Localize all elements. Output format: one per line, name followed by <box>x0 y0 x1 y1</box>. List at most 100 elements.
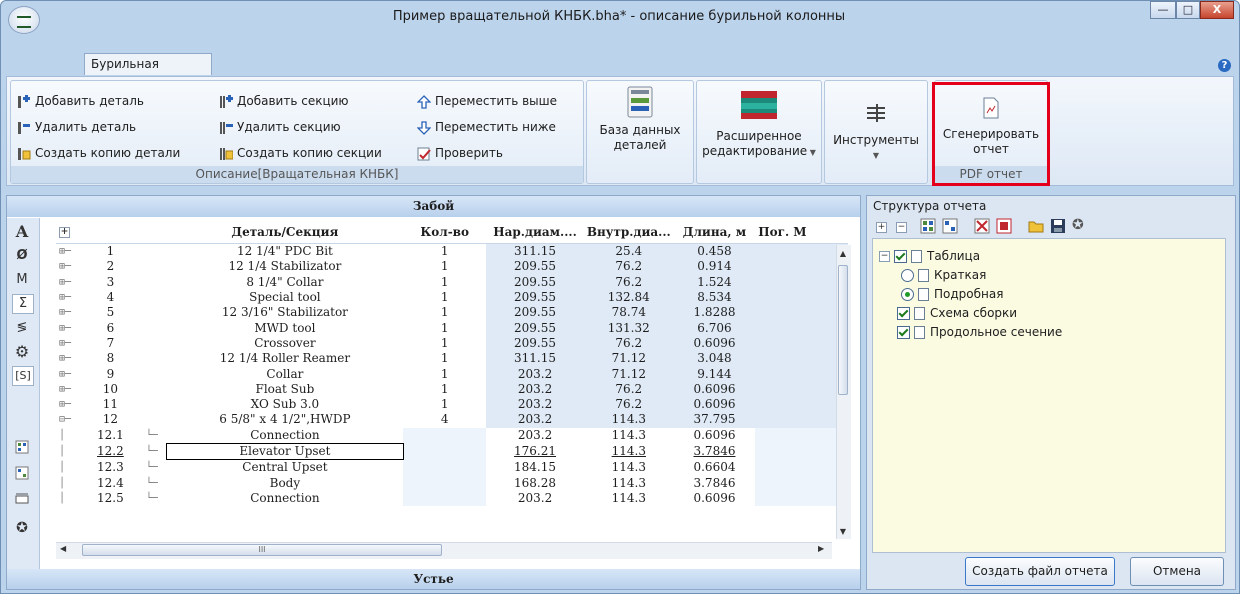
part-name-cell[interactable]: MWD tool <box>167 320 404 335</box>
part-name-cell[interactable]: 6 5/8" x 4 1/2",HWDP <box>167 412 404 427</box>
length-cell[interactable]: 3.7846 <box>674 443 756 459</box>
subsection-row[interactable]: │ 12.3 └─ Central Upset 184.15 114.3 0.6604 <box>56 459 848 476</box>
scroll-right-arrow-icon[interactable]: ▶ <box>818 544 828 556</box>
id-cell[interactable]: 114.3 <box>584 443 674 459</box>
od-cell[interactable]: 209.55 <box>486 305 584 321</box>
column-header-qty[interactable]: Кол-во <box>403 221 487 244</box>
qty-cell[interactable]: 1 <box>403 259 486 274</box>
qty-cell[interactable] <box>403 427 487 444</box>
sum-button[interactable]: Σ <box>12 294 34 314</box>
part-name-cell[interactable]: Connection <box>167 491 404 506</box>
sections-button[interactable]: [S] <box>12 366 34 386</box>
parts-db-button[interactable]: База данных деталей <box>589 85 691 153</box>
length-cell[interactable]: 6.706 <box>673 320 756 336</box>
od-cell[interactable]: 209.55 <box>486 259 584 275</box>
open-folder-icon[interactable] <box>1028 218 1046 234</box>
id-cell[interactable]: 71.12 <box>583 366 674 382</box>
qty-cell[interactable] <box>403 459 487 476</box>
id-cell[interactable]: 25.4 <box>583 243 674 260</box>
settings-gear-icon[interactable]: ⚙ <box>12 342 32 362</box>
od-cell[interactable]: 168.28 <box>486 475 584 490</box>
brief-radio[interactable] <box>901 269 914 282</box>
create-report-file-button[interactable]: Создать файл отчета <box>965 557 1115 586</box>
part-name-cell[interactable]: Body <box>167 475 404 490</box>
row-expand-icon[interactable]: ⊞─ <box>56 305 78 320</box>
row-expand-icon[interactable]: ⊞─ <box>56 397 78 412</box>
length-cell[interactable]: 1.8288 <box>673 305 756 321</box>
tree-collapse-icon[interactable]: − <box>879 251 890 262</box>
linear-mass-cell[interactable] <box>755 443 848 460</box>
collapse-all-icon[interactable] <box>12 440 32 460</box>
linear-mass-cell[interactable] <box>755 259 848 275</box>
move-down-button[interactable]: Переместить ниже <box>417 117 556 137</box>
qty-cell[interactable]: 1 <box>403 305 486 320</box>
cancel-button[interactable]: Отмена <box>1130 557 1224 586</box>
row-expand-icon[interactable]: ⊞─ <box>56 320 78 335</box>
length-cell[interactable]: 0.6096 <box>674 491 756 506</box>
od-cell[interactable]: 209.55 <box>486 320 584 336</box>
linear-mass-cell[interactable] <box>755 427 848 444</box>
length-cell[interactable]: 3.048 <box>673 351 756 367</box>
length-cell[interactable]: 0.6096 <box>674 428 756 444</box>
save-icon[interactable] <box>1050 218 1066 234</box>
part-name-cell[interactable]: Central Upset <box>167 460 404 476</box>
column-header-od[interactable]: Нар.диам.... <box>486 221 584 244</box>
uncheck-all-icon[interactable] <box>942 218 958 234</box>
row-expand-icon[interactable]: ⊞─ <box>56 259 78 274</box>
linear-mass-cell[interactable] <box>755 351 848 367</box>
od-cell[interactable]: 203.2 <box>486 381 584 397</box>
add-part-button[interactable]: Добавить деталь <box>17 91 144 111</box>
part-name-cell[interactable]: XO Sub 3.0 <box>167 397 404 412</box>
qty-cell[interactable]: 1 <box>403 320 486 335</box>
expand-all-icon[interactable] <box>12 466 32 486</box>
maximize-button[interactable]: □ <box>1176 1 1200 19</box>
tree-item-table[interactable]: − Таблица <box>879 247 980 265</box>
subsection-row[interactable]: │ 12.5 └─ Connection 203.2 114.3 0.6096 <box>56 490 848 507</box>
id-cell[interactable]: 114.3 <box>583 412 674 428</box>
vertical-scroll-thumb[interactable] <box>838 265 848 395</box>
id-cell[interactable]: 71.12 <box>583 351 674 367</box>
qty-cell[interactable]: 1 <box>403 275 486 290</box>
tab-drill-string[interactable]: Бурильная колонна <box>84 53 212 92</box>
part-name-cell[interactable]: Float Sub <box>167 382 404 397</box>
mass-button[interactable]: M <box>12 270 32 290</box>
table-row[interactable]: ⊞─ 9 Collar 1 203.2 71.12 9.144 <box>56 366 848 382</box>
length-cell[interactable]: 37.795 <box>673 412 756 428</box>
length-cell[interactable]: 1.524 <box>673 274 756 290</box>
length-cell[interactable]: 9.144 <box>673 366 756 382</box>
column-header-length[interactable]: Длина, м <box>673 221 756 244</box>
copy-part-button[interactable]: Создать копию детали <box>17 143 180 163</box>
table-row[interactable]: ⊞─ 5 12 3/16" Stabilizator 1 209.55 78.74 1.82… <box>56 305 848 321</box>
section-checkbox[interactable] <box>897 326 910 339</box>
part-name-cell[interactable]: 8 1/4" Collar <box>167 275 404 290</box>
refresh-icon[interactable]: ✪ <box>12 518 32 538</box>
qty-cell[interactable]: 1 <box>403 351 486 366</box>
column-header-part[interactable]: Деталь/Секция <box>166 221 404 244</box>
id-cell[interactable]: 76.2 <box>583 335 674 352</box>
od-cell[interactable]: 203.2 <box>486 491 584 506</box>
od-cell[interactable]: 203.2 <box>486 366 584 382</box>
tree-item-section[interactable]: Продольное сечение <box>897 323 1062 341</box>
table-row[interactable]: ⊞─ 11 XO Sub 3.0 1 203.2 76.2 0.6096 <box>56 396 848 413</box>
row-expand-icon[interactable]: ⊞─ <box>56 382 78 397</box>
length-cell[interactable]: 3.7846 <box>674 475 756 490</box>
linear-mass-cell[interactable] <box>755 490 848 507</box>
check-button[interactable]: Проверить <box>417 143 503 163</box>
qty-cell[interactable] <box>403 443 487 460</box>
length-cell[interactable]: 0.6604 <box>674 460 756 476</box>
part-name-cell[interactable]: Connection <box>167 428 404 444</box>
length-cell[interactable]: 0.914 <box>673 259 756 275</box>
part-name-cell[interactable]: 12 3/16" Stabilizator <box>167 305 404 320</box>
scroll-up-arrow-icon[interactable]: ▲ <box>838 249 848 259</box>
qty-cell[interactable] <box>403 490 487 507</box>
part-name-cell[interactable]: 12 1/4 Roller Reamer <box>167 351 404 366</box>
table-row[interactable]: ⊟─ 12 6 5/8" x 4 1/2",HWDP 4 203.2 114.3 37.79… <box>56 412 848 428</box>
od-cell[interactable]: 209.55 <box>486 289 584 306</box>
length-cell[interactable]: 0.6096 <box>673 396 756 413</box>
scroll-down-arrow-icon[interactable]: ▼ <box>838 527 848 537</box>
add-section-button[interactable]: Добавить секцию <box>219 91 349 111</box>
table-row[interactable]: ⊞─ 2 12 1/4 Stabilizator 1 209.55 76.2 0.914 <box>56 259 848 275</box>
linear-mass-cell[interactable] <box>755 366 848 382</box>
move-up-button[interactable]: Переместить выше <box>417 91 557 111</box>
part-name-cell[interactable]: 12 1/4 Stabilizator <box>167 259 404 274</box>
